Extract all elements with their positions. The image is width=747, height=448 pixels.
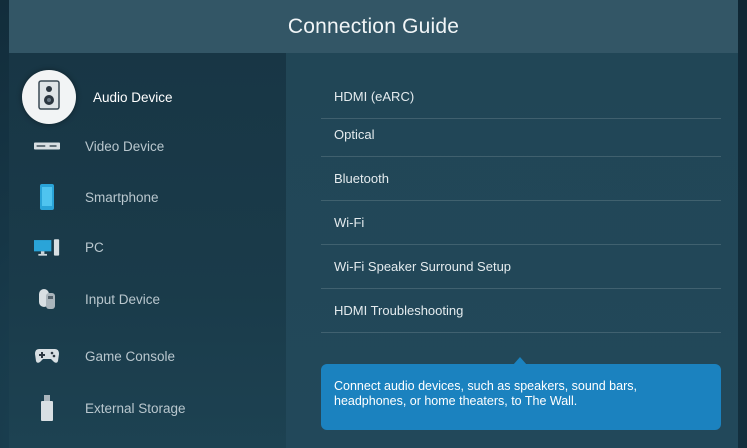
- set-top-box-icon: [34, 133, 60, 159]
- option-optical[interactable]: Optical: [321, 113, 721, 157]
- option-wifi-speaker-surround-setup[interactable]: Wi-Fi Speaker Surround Setup: [321, 245, 721, 289]
- page-title-text: Connection Guide: [287, 14, 460, 38]
- option-label: Bluetooth: [334, 171, 389, 186]
- category-label: Smartphone: [85, 189, 159, 205]
- option-hdmi-troubleshooting[interactable]: HDMI Troubleshooting: [321, 289, 721, 333]
- category-audio-device[interactable]: Audio Device: [9, 70, 286, 124]
- category-smartphone[interactable]: Smartphone: [9, 172, 286, 222]
- gamepad-icon: [34, 343, 60, 369]
- option-label: Optical: [334, 127, 375, 142]
- category-game-console[interactable]: Game Console: [9, 331, 286, 381]
- usb-drive-icon: [34, 395, 60, 421]
- option-wifi[interactable]: Wi-Fi: [321, 201, 721, 245]
- category-pc[interactable]: PC: [9, 222, 286, 272]
- speaker-icon: [38, 79, 60, 115]
- category-label: Game Console: [85, 348, 176, 364]
- description-tooltip: Connect audio devices, such as speakers,…: [321, 364, 721, 430]
- category-label: PC: [85, 239, 104, 255]
- option-label: Wi-Fi: [334, 215, 365, 230]
- option-label: Wi-Fi Speaker Surround Setup: [334, 259, 512, 274]
- smartphone-icon: [34, 184, 60, 210]
- category-label: Audio Device: [93, 89, 173, 105]
- category-input-device[interactable]: Input Device: [9, 274, 286, 324]
- category-external-storage[interactable]: External Storage: [9, 383, 286, 433]
- page-title: Connection Guide: [9, 0, 738, 53]
- tooltip-text: Connect audio devices, such as speakers,…: [334, 379, 637, 408]
- option-label: HDMI (eARC): [334, 89, 415, 104]
- category-video-device[interactable]: Video Device: [9, 121, 286, 171]
- category-label: Video Device: [85, 138, 165, 154]
- category-label: External Storage: [85, 400, 186, 416]
- pc-icon: [34, 234, 60, 260]
- selected-highlight: [22, 70, 76, 124]
- category-label: Input Device: [85, 291, 161, 307]
- option-bluetooth[interactable]: Bluetooth: [321, 157, 721, 201]
- mouse-icon: [34, 286, 60, 312]
- option-label: HDMI Troubleshooting: [334, 303, 464, 318]
